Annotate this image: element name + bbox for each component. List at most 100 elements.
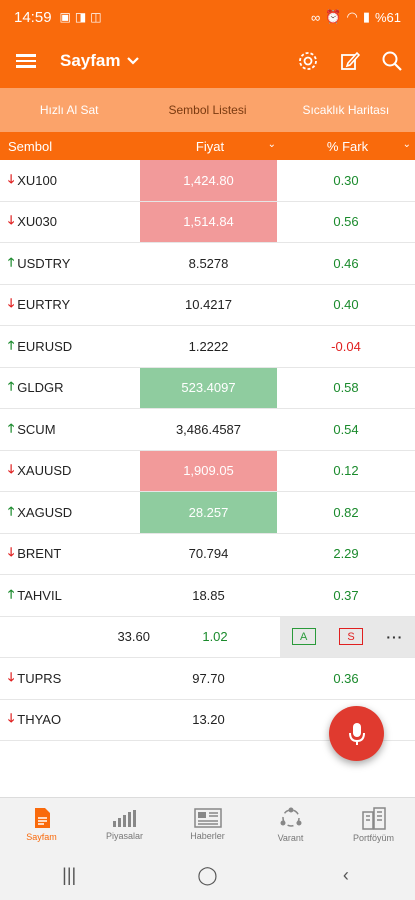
diff-cell: 0.40 xyxy=(333,297,359,313)
microphone-icon xyxy=(348,722,365,745)
arrow-down-icon: 🡓 xyxy=(8,545,15,560)
status-time: 14:59 xyxy=(14,8,52,26)
arrow-down-icon: 🡓 xyxy=(8,711,15,726)
diff-cell: 0.36 xyxy=(333,670,359,686)
diff-cell: -0.04 xyxy=(331,338,361,354)
tab-symbol-list[interactable]: Sembol Listesi xyxy=(138,88,276,132)
table-row[interactable]: 🡓 XAUUSD 1,909.05 0.12 xyxy=(0,450,415,492)
buy-button[interactable]: A xyxy=(291,628,316,646)
voice-search-button[interactable] xyxy=(329,706,384,761)
signal-icon: ▮ xyxy=(362,9,370,24)
table-row[interactable]: 🡓 TUPRS 97.70 0.36 xyxy=(0,658,415,700)
arrow-up-icon: 🡑 xyxy=(8,586,15,601)
symbol-name: TAHVIL xyxy=(17,587,62,603)
sell-button[interactable]: S xyxy=(338,628,363,646)
warrant-icon xyxy=(280,807,301,827)
table-row[interactable]: 🡑 GLDGR 523.4097 0.58 xyxy=(0,367,415,409)
nav-varant[interactable]: Varant xyxy=(249,798,332,850)
table-row[interactable]: 🡓 EURTRY 10.4217 0.40 xyxy=(0,285,415,326)
table-row[interactable]: 🡓 XU030 1,514.84 0.56 xyxy=(0,201,415,243)
back-icon[interactable]: ‹ xyxy=(316,865,376,886)
table-row[interactable]: 🡑 XAGUSD 28.257 0.82 xyxy=(0,492,415,534)
chevron-down-icon: ⌄ xyxy=(267,138,276,150)
price-cell: 97.70 xyxy=(192,670,225,686)
nav-piyasalar[interactable]: Piyasalar xyxy=(83,798,166,850)
arrow-up-icon: 🡑 xyxy=(8,379,15,394)
nav-portfoyum[interactable]: Portföyüm xyxy=(332,798,415,850)
diff-cell: 0.56 xyxy=(333,214,359,230)
price-cell: 10.4217 xyxy=(185,297,232,313)
row-actions: A S ··· xyxy=(280,616,415,657)
table-row[interactable]: 🡑 USDTRY 8.5278 0.46 xyxy=(0,243,415,285)
table-row[interactable]: 🡑 TAHVIL 18.85 0.37 xyxy=(0,575,415,617)
nav-sayfam[interactable]: Sayfam xyxy=(0,798,83,850)
column-symbol[interactable]: Sembol xyxy=(0,139,140,154)
table-row[interactable]: 🡓 BRENT 70.794 2.29 xyxy=(0,534,415,575)
diff-cell: 0.54 xyxy=(333,421,359,437)
page-icon xyxy=(34,807,50,828)
price-cell: 70.794 xyxy=(188,546,229,562)
arrow-down-icon: 🡓 xyxy=(8,213,15,228)
price-cell: 1,514.84 xyxy=(140,201,277,242)
diff-cell: 1.02 xyxy=(202,629,228,645)
recent-apps-icon[interactable]: ||| xyxy=(39,865,99,886)
edit-icon[interactable] xyxy=(339,50,361,72)
column-price[interactable]: Fiyat ⌄ xyxy=(140,139,280,154)
tab-heatmap[interactable]: Sıcaklık Haritası xyxy=(277,88,415,132)
table-row[interactable]: 🡓 XU100 1,424.80 0.30 xyxy=(0,160,415,202)
diff-cell: 0.30 xyxy=(333,172,359,188)
symbol-name: XAGUSD xyxy=(17,504,73,520)
market-chart-icon xyxy=(112,809,136,827)
table-row[interactable]: 🡑 SCUM 3,486.4587 0.54 xyxy=(0,409,415,451)
symbol-name: XU100 xyxy=(17,172,57,188)
price-cell: 28.257 xyxy=(140,492,277,533)
nav-haberler[interactable]: Haberler xyxy=(166,798,249,850)
price-cell: 3,486.4587 xyxy=(175,421,242,437)
symbol-name: TUPRS xyxy=(17,670,62,686)
table-row[interactable]: 🡑 EURUSD 1.2222 -0.04 xyxy=(0,326,415,368)
image-icon: ▣ xyxy=(59,10,71,24)
symbol-name: XAUUSD xyxy=(17,463,72,479)
tab-quick-trade[interactable]: Hızlı Al Sat xyxy=(0,88,138,132)
alarm-icon: ⏰ xyxy=(325,9,342,24)
diff-cell: 0.12 xyxy=(333,463,359,479)
table-header: Sembol Fiyat ⌄ % Fark ⌄ xyxy=(0,132,415,160)
price-cell: 33.60 xyxy=(117,629,150,645)
symbol-name: EURUSD xyxy=(17,338,73,354)
search-icon[interactable] xyxy=(381,50,403,72)
arrow-down-icon: 🡓 xyxy=(8,462,15,477)
price-cell: 1,424.80 xyxy=(140,160,277,201)
price-cell: 523.4097 xyxy=(140,367,277,408)
news-icon xyxy=(193,807,222,828)
app-bar: Sayfam xyxy=(0,34,415,88)
arrow-up-icon: 🡑 xyxy=(8,337,15,352)
wifi-icon: ◠ xyxy=(346,9,358,24)
symbol-name: USDTRY xyxy=(17,255,71,271)
symbol-name: EURTRY xyxy=(17,297,71,313)
arrow-down-icon: 🡓 xyxy=(8,171,15,186)
symbol-name: SCUM xyxy=(17,421,56,437)
hamburger-menu-icon[interactable] xyxy=(0,51,52,71)
arrow-down-icon: 🡓 xyxy=(8,669,15,684)
battery-level: %61 xyxy=(374,9,401,25)
swiped-row[interactable]: 33.60 1.02 A S ··· xyxy=(0,616,415,658)
arrow-up-icon: 🡑 xyxy=(8,420,15,435)
page-selector[interactable]: Sayfam xyxy=(60,51,140,71)
system-navigation: ||| ◯ ‹ xyxy=(0,850,415,900)
chevron-down-icon: ⌄ xyxy=(402,138,411,150)
arrow-up-icon: 🡑 xyxy=(8,254,15,269)
diff-cell: 0.37 xyxy=(333,587,359,603)
price-cell: 1,909.05 xyxy=(140,450,277,491)
diff-cell: 0.46 xyxy=(333,255,359,271)
home-icon[interactable]: ◯ xyxy=(177,865,237,886)
tab-bar: Hızlı Al Sat Sembol Listesi Sıcaklık Har… xyxy=(0,88,415,132)
bottom-navigation: Sayfam Piyasalar Haberler Varant Portföy… xyxy=(0,797,415,850)
column-diff[interactable]: % Fark ⌄ xyxy=(280,139,415,154)
diff-cell: 2.29 xyxy=(333,546,359,562)
more-options-icon[interactable]: ··· xyxy=(386,629,403,645)
arrow-up-icon: 🡑 xyxy=(8,503,15,518)
gear-icon[interactable] xyxy=(297,50,319,72)
screenshot-icon: ◫ xyxy=(90,10,102,24)
arrow-down-icon: 🡓 xyxy=(8,296,15,311)
symbol-name: GLDGR xyxy=(17,380,64,396)
